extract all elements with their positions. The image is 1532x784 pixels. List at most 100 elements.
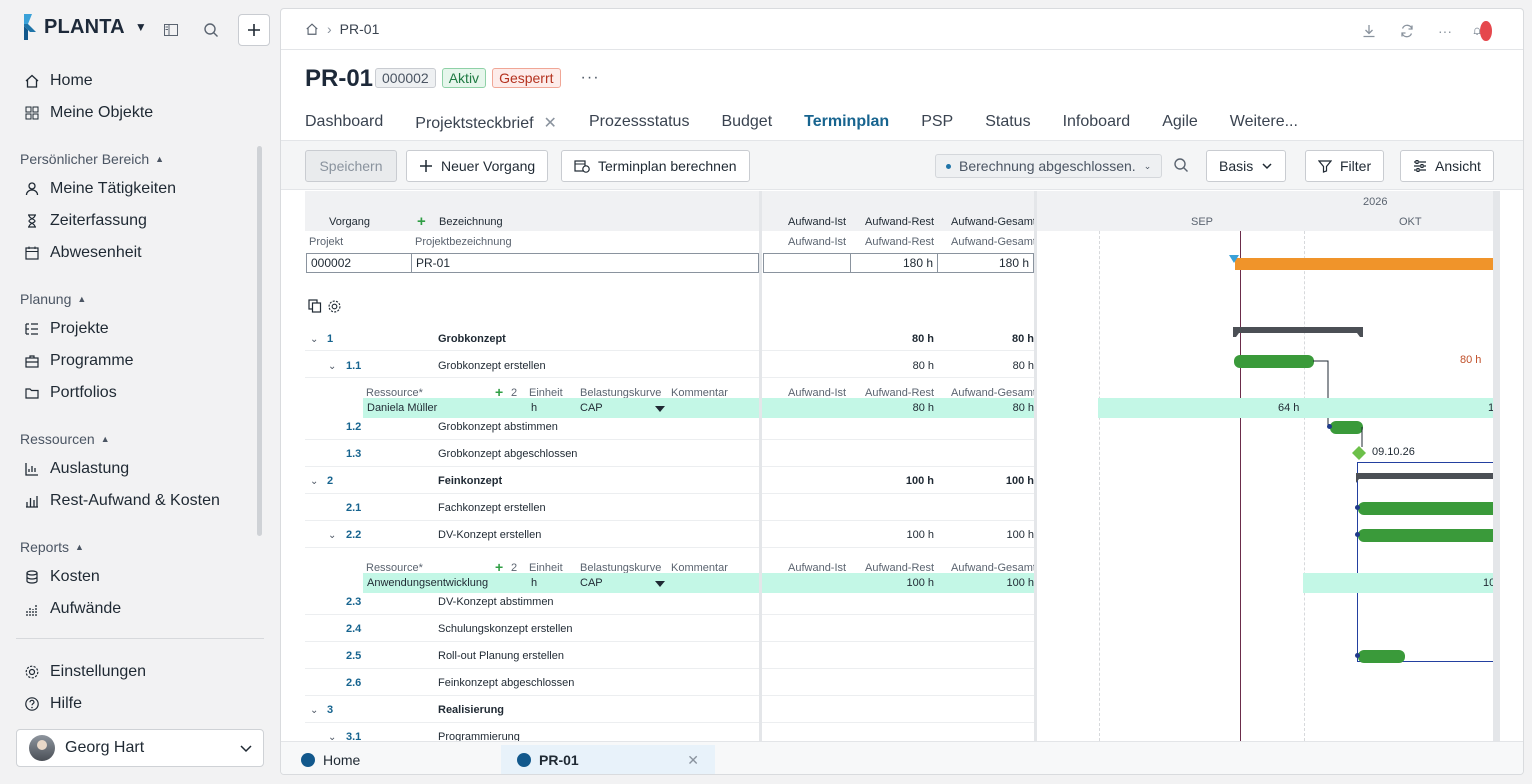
nav-portfolios[interactable]: Portfolios [24, 384, 117, 402]
search-icon[interactable] [198, 17, 224, 43]
sidebar-scrollbar[interactable] [257, 146, 262, 536]
section-personal[interactable]: Persönlicher Bereich ▲ [20, 151, 164, 167]
view-button[interactable]: Ansicht [1400, 150, 1494, 182]
nav-my-objects[interactable]: Meine Objekte [24, 104, 153, 122]
milestone-diamond-icon[interactable] [1351, 445, 1367, 461]
nav-time-tracking[interactable]: Zeiterfassung [24, 212, 147, 230]
task-name[interactable]: DV-Konzept erstellen [438, 529, 541, 541]
task-name[interactable]: Feinkonzept abgeschlossen [438, 677, 574, 689]
nav-projects[interactable]: Projekte [24, 320, 109, 338]
resource-curve[interactable]: CAP [580, 402, 603, 414]
nav-home[interactable]: Home [24, 72, 93, 90]
nav-settings[interactable]: Einstellungen [24, 663, 146, 681]
resource-name[interactable]: Anwendungsentwicklung [367, 577, 488, 589]
refresh-icon[interactable] [1397, 21, 1417, 41]
nav-my-tasks[interactable]: Meine Tätigkeiten [24, 180, 176, 198]
tab-budget[interactable]: Budget [721, 113, 772, 143]
nav-utilization[interactable]: Auslastung [24, 460, 129, 478]
task-name[interactable]: DV-Konzept abstimmen [438, 596, 554, 608]
notification-bell-icon[interactable] [1473, 21, 1493, 41]
task-name[interactable]: Grobkonzept erstellen [438, 360, 546, 372]
section-reports[interactable]: Reports ▲ [20, 539, 84, 555]
col-header-ist[interactable]: Aufwand-Ist [788, 216, 846, 228]
section-resources[interactable]: Ressourcen ▲ [20, 431, 110, 447]
nav-help[interactable]: Hilfe [24, 695, 82, 713]
gear-icon[interactable] [327, 299, 342, 319]
create-new-button[interactable] [238, 14, 270, 46]
collapse-icon[interactable]: ⌄ [328, 361, 336, 372]
calc-status-dropdown[interactable]: Berechnung abgeschlossen. ⌄ [935, 154, 1163, 178]
resource-unit[interactable]: h [531, 402, 537, 414]
task-name[interactable]: Roll-out Planung erstellen [438, 650, 564, 662]
task-bar[interactable] [1358, 529, 1500, 542]
close-icon[interactable]: ✕ [544, 115, 557, 132]
user-menu[interactable]: Georg Hart [16, 729, 264, 767]
task-name[interactable]: Fachkonzept erstellen [438, 502, 546, 514]
resource-total[interactable]: 100 h [982, 577, 1034, 589]
collapse-icon[interactable]: ⌄ [328, 530, 336, 541]
col-header-rest[interactable]: Aufwand-Rest [865, 216, 934, 228]
resource-unit[interactable]: h [531, 577, 537, 589]
project-bar[interactable] [1235, 258, 1500, 270]
filter-button[interactable]: Filter [1305, 150, 1385, 182]
tab-psp[interactable]: PSP [921, 113, 953, 143]
resource-rest[interactable]: 80 h [882, 402, 934, 414]
col-header-task[interactable]: Vorgang [329, 216, 370, 228]
tab-agile[interactable]: Agile [1162, 113, 1198, 143]
tab-terminplan[interactable]: Terminplan [804, 113, 890, 143]
project-total-cell[interactable]: 180 h [937, 253, 1034, 273]
nav-efforts[interactable]: Aufwände [24, 600, 121, 618]
tab-status[interactable]: Status [985, 113, 1030, 143]
save-button[interactable]: Speichern [305, 150, 397, 182]
task-name[interactable]: Schulungskonzept erstellen [438, 623, 573, 635]
task-name[interactable]: Feinkonzept [438, 475, 502, 487]
summary-bar[interactable] [1356, 473, 1500, 485]
collapse-icon[interactable]: ⌄ [310, 334, 318, 345]
window-tab-home[interactable]: Home [285, 745, 376, 774]
add-task-icon[interactable]: + [417, 213, 426, 230]
brand-menu[interactable]: PLANTA ▼ [22, 14, 147, 40]
nav-rest-cost[interactable]: Rest-Aufwand & Kosten [24, 492, 220, 510]
search-icon[interactable] [1173, 157, 1189, 178]
download-icon[interactable] [1359, 21, 1379, 41]
task-bar[interactable] [1358, 650, 1405, 663]
dropdown-caret-icon[interactable] [655, 406, 665, 412]
close-icon[interactable]: ✕ [687, 752, 699, 769]
resource-name[interactable]: Daniela Müller [367, 402, 437, 414]
tab-prozessstatus[interactable]: Prozessstatus [589, 113, 689, 143]
copy-icon[interactable] [308, 299, 322, 318]
dropdown-caret-icon[interactable] [655, 581, 665, 587]
task-bar[interactable] [1358, 502, 1500, 515]
section-planning[interactable]: Planung ▲ [20, 291, 86, 307]
project-ist-cell[interactable] [763, 253, 851, 273]
nav-absence[interactable]: Abwesenheit [24, 244, 142, 262]
calc-schedule-button[interactable]: Terminplan berechnen [561, 150, 750, 182]
resource-total[interactable]: 80 h [982, 402, 1034, 414]
more-options-icon[interactable]: ··· [1435, 21, 1455, 41]
task-bar[interactable] [1234, 355, 1314, 368]
breadcrumb-item[interactable]: PR-01 [340, 21, 380, 37]
task-name[interactable]: Realisierung [438, 704, 504, 716]
new-task-button[interactable]: Neuer Vorgang [406, 150, 549, 182]
collapse-icon[interactable]: ⌄ [310, 476, 318, 487]
collapse-icon[interactable]: ⌄ [328, 732, 336, 741]
nav-programs[interactable]: Programme [24, 352, 134, 370]
tab-infoboard[interactable]: Infoboard [1063, 113, 1131, 143]
gantt-scrollbar[interactable] [1493, 191, 1500, 741]
resource-rest[interactable]: 100 h [882, 577, 934, 589]
task-name[interactable]: Programmierung [438, 731, 520, 741]
basis-dropdown[interactable]: Basis [1206, 150, 1287, 182]
col-header-total[interactable]: Aufwand-Gesamt [951, 216, 1036, 228]
project-name-cell[interactable]: PR-01 [411, 253, 759, 273]
task-name[interactable]: Grobkonzept abgeschlossen [438, 448, 577, 460]
task-name[interactable]: Grobkonzept abstimmen [438, 421, 558, 433]
tab-dashboard[interactable]: Dashboard [305, 113, 383, 143]
resource-curve[interactable]: CAP [580, 577, 603, 589]
nav-costs[interactable]: Kosten [24, 568, 100, 586]
collapse-icon[interactable]: ⌄ [310, 705, 318, 716]
sidebar-toggle-icon[interactable] [158, 17, 184, 43]
project-rest-cell[interactable]: 180 h [850, 253, 938, 273]
summary-bar[interactable] [1233, 327, 1363, 339]
task-name[interactable]: Grobkonzept [438, 333, 506, 345]
more-actions-button[interactable]: ··· [581, 69, 600, 87]
